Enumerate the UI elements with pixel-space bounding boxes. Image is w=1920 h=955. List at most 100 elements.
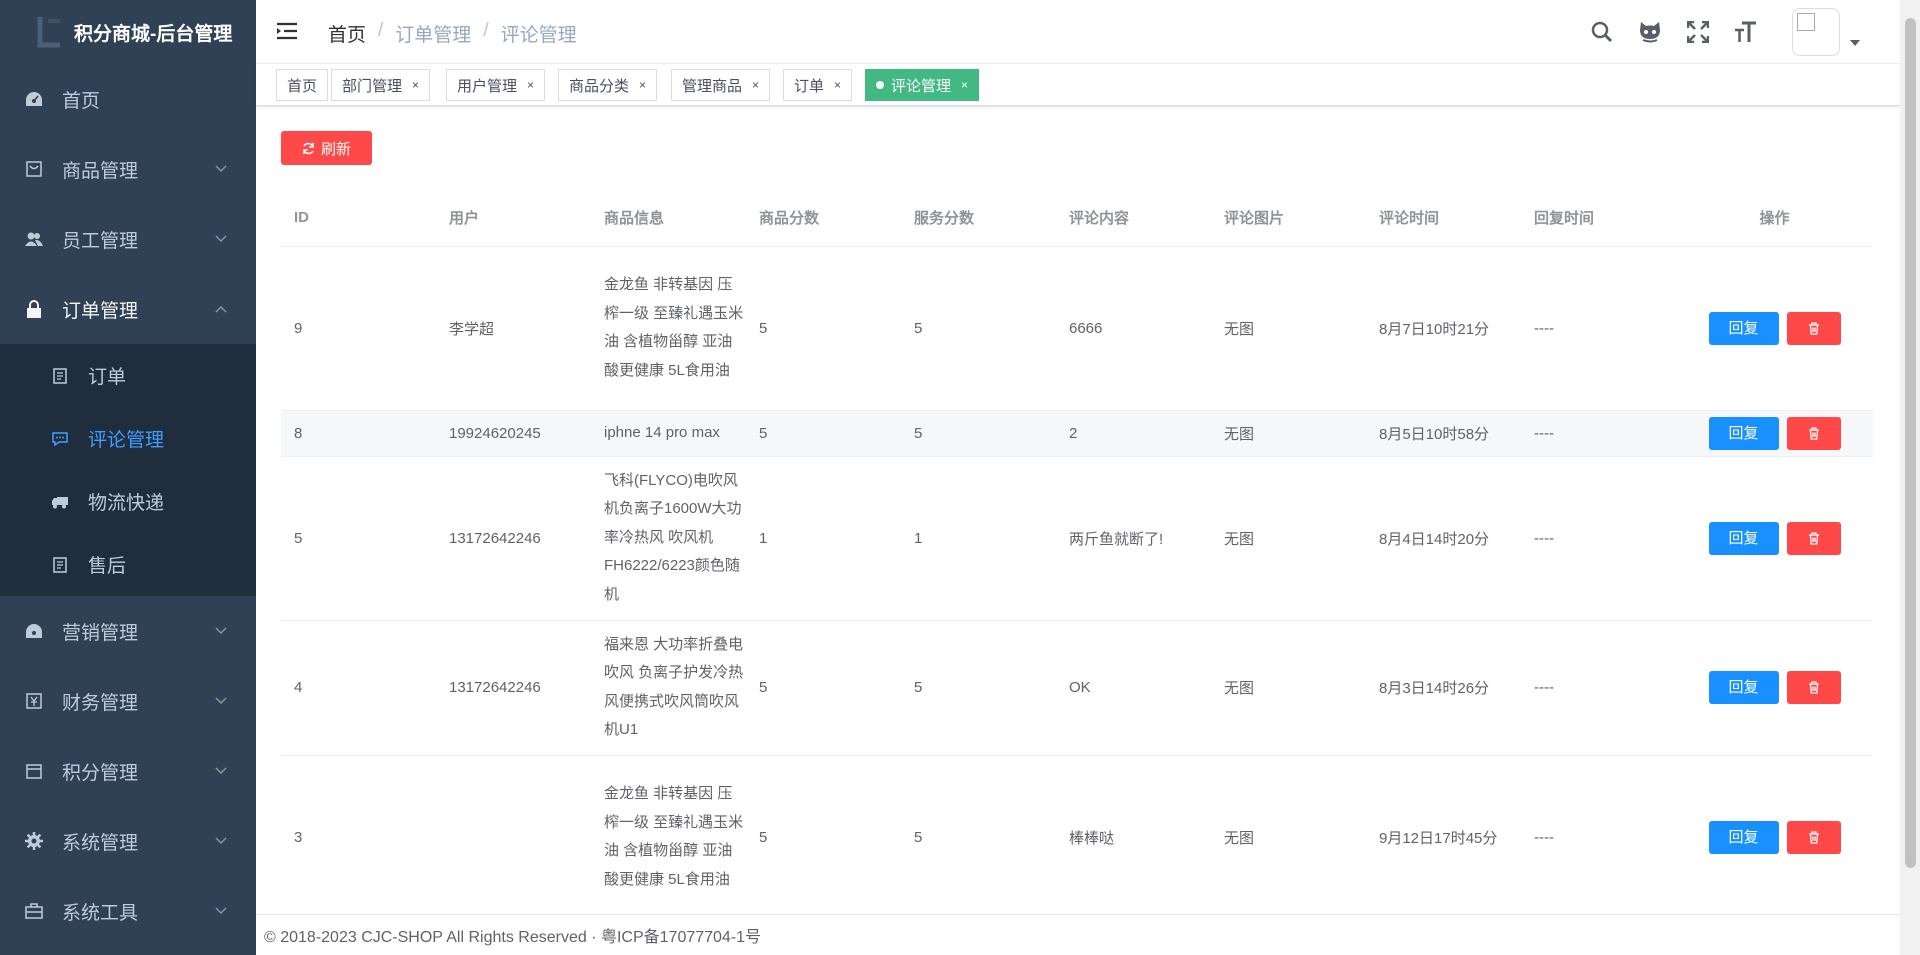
comment-icon	[50, 429, 70, 449]
sidebar-item-goods[interactable]: 商品管理	[0, 134, 256, 204]
close-icon[interactable]: ×	[961, 78, 968, 92]
search-icon[interactable]	[1588, 18, 1616, 46]
cell-id: 9	[281, 246, 436, 411]
tag-goods[interactable]: 管理商品 ×	[671, 69, 771, 101]
delete-button[interactable]	[1786, 820, 1841, 854]
tag-home[interactable]: 首页	[276, 69, 329, 101]
column-header-time[interactable]: 评论时间	[1366, 190, 1521, 247]
document-icon	[50, 555, 70, 575]
sidebar-item-after-sales[interactable]: 售后	[0, 533, 256, 596]
close-icon[interactable]: ×	[412, 78, 419, 92]
broken-image-icon	[1797, 13, 1815, 31]
hamburger-icon[interactable]	[276, 21, 298, 41]
column-header-image[interactable]: 评论图片	[1211, 190, 1366, 247]
cell-time: 8月4日14时20分	[1366, 456, 1521, 621]
column-header-id[interactable]: ID	[281, 190, 436, 247]
sidebar-item-label: 订单	[88, 367, 127, 388]
github-icon[interactable]	[1636, 18, 1664, 46]
cell-product: 飞科(FLYCO)电吹风机负离子1600W大功率冷热风 吹风机FH6222/62…	[591, 456, 746, 621]
reply-button[interactable]: 回复	[1708, 416, 1779, 450]
close-icon[interactable]: ×	[639, 78, 646, 92]
tag-department[interactable]: 部门管理 ×	[331, 69, 431, 101]
right-menu	[1588, 0, 1900, 64]
font-size-icon[interactable]	[1732, 18, 1760, 46]
caret-down-icon[interactable]	[1850, 40, 1860, 46]
column-header-reply-time[interactable]: 回复时间	[1521, 190, 1676, 247]
column-header-product-score[interactable]: 商品分数	[746, 190, 901, 247]
chevron-down-icon	[215, 837, 227, 845]
sidebar-item-logistics[interactable]: 物流快递	[0, 470, 256, 533]
refresh-button[interactable]: 刷新	[281, 131, 372, 165]
reply-button[interactable]: 回复	[1708, 311, 1779, 345]
reply-button[interactable]: 回复	[1708, 521, 1779, 555]
column-header-service-score[interactable]: 服务分数	[901, 190, 1056, 247]
copyright-text: © 2018-2023 CJC-SHOP All Rights Reserved…	[264, 929, 762, 946]
cell-product-score: 1	[746, 456, 901, 621]
cell-id: 4	[281, 620, 436, 756]
close-icon[interactable]: ×	[752, 78, 759, 92]
sidebar-item-label: 财务管理	[62, 692, 139, 714]
breadcrumb-home[interactable]: 首页	[328, 20, 366, 47]
cell-id: 3	[281, 755, 436, 920]
sidebar-item-comments[interactable]: 评论管理	[0, 407, 256, 470]
sidebar-item-label: 营销管理	[62, 622, 139, 644]
cell-actions: 回复	[1676, 755, 1873, 920]
cell-id: 5	[281, 456, 436, 621]
tag-users[interactable]: 用户管理 ×	[446, 69, 546, 101]
delete-button[interactable]	[1786, 311, 1841, 345]
money-icon	[24, 691, 44, 711]
sidebar-item-marketing[interactable]: 营销管理	[0, 596, 256, 666]
cell-product: 金龙鱼 非转基因 压榨一级 至臻礼遇玉米油 含植物甾醇 亚油酸更健康 5L食用油	[591, 246, 746, 411]
peoples-icon	[24, 229, 44, 249]
cell-product: 金龙鱼 非转基因 压榨一级 至臻礼遇玉米油 含植物甾醇 亚油酸更健康 5L食用油	[591, 755, 746, 920]
delete-button[interactable]	[1786, 671, 1841, 704]
column-header-user[interactable]: 用户	[436, 190, 591, 247]
sidebar-item-tools[interactable]: 系统工具	[0, 876, 256, 946]
cell-reply-time: ----	[1521, 456, 1676, 621]
tag-category[interactable]: 商品分类 ×	[558, 69, 658, 101]
orders-submenu: 订单 评论管理 物流快递 售后	[0, 344, 256, 596]
sidebar-item-system[interactable]: 系统管理	[0, 806, 256, 876]
sidebar-item-label: 评论管理	[88, 430, 165, 451]
avatar[interactable]	[1792, 8, 1840, 56]
sidebar-item-points[interactable]: 积分管理	[0, 736, 256, 806]
cell-product-score: 5	[746, 410, 901, 457]
breadcrumb-separator: /	[378, 20, 384, 41]
close-icon[interactable]: ×	[527, 78, 534, 92]
table-header-row: ID 用户 商品信息 商品分数 服务分数 评论内容 评论图片 评论时间 回复时间…	[281, 190, 1873, 247]
cell-image: 无图	[1211, 456, 1366, 621]
cell-service-score: 5	[901, 410, 1056, 457]
reply-button[interactable]: 回复	[1708, 820, 1779, 854]
tag-orders[interactable]: 订单 ×	[783, 69, 853, 101]
column-header-product[interactable]: 商品信息	[591, 190, 746, 247]
logo-area[interactable]: 积分商城-后台管理	[0, 0, 256, 64]
sidebar-item-label: 商品管理	[62, 160, 139, 182]
column-header-content[interactable]: 评论内容	[1056, 190, 1211, 247]
cell-service-score: 5	[901, 246, 1056, 411]
page-scrollbar[interactable]	[1900, 0, 1920, 955]
comments-table: ID 用户 商品信息 商品分数 服务分数 评论内容 评论图片 评论时间 回复时间…	[281, 190, 1873, 920]
sidebar-item-home[interactable]: 首页	[0, 64, 256, 134]
calendar-icon	[24, 761, 44, 781]
tag-label: 首页	[287, 77, 318, 95]
sidebar-item-order-list[interactable]: 订单	[0, 344, 256, 407]
breadcrumb: 首页 / 订单管理 / 评论管理	[328, 20, 577, 47]
sidebar-item-orders[interactable]: 订单管理	[0, 274, 256, 344]
trash-icon	[1808, 531, 1819, 545]
table-row: 9 李学超 金龙鱼 非转基因 压榨一级 至臻礼遇玉米油 含植物甾醇 亚油酸更健康…	[281, 246, 1873, 411]
lock-icon	[24, 299, 44, 319]
cell-time: 8月7日10时21分	[1366, 246, 1521, 411]
tag-comments[interactable]: 评论管理 ×	[865, 69, 980, 101]
sidebar-item-staff[interactable]: 员工管理	[0, 204, 256, 274]
fullscreen-icon[interactable]	[1684, 18, 1712, 46]
logo-icon	[34, 15, 64, 49]
close-icon[interactable]: ×	[834, 78, 841, 92]
delete-button[interactable]	[1786, 416, 1841, 450]
breadcrumb-separator: /	[483, 20, 489, 41]
reply-button[interactable]: 回复	[1708, 671, 1779, 704]
sidebar-item-finance[interactable]: 财务管理	[0, 666, 256, 736]
scrollbar-thumb[interactable]	[1905, 18, 1916, 868]
delete-button[interactable]	[1786, 521, 1841, 555]
cell-user: 19924620245	[436, 410, 591, 457]
table-row: 3 金龙鱼 非转基因 压榨一级 至臻礼遇玉米油 含植物甾醇 亚油酸更健康 5L食…	[281, 755, 1873, 920]
